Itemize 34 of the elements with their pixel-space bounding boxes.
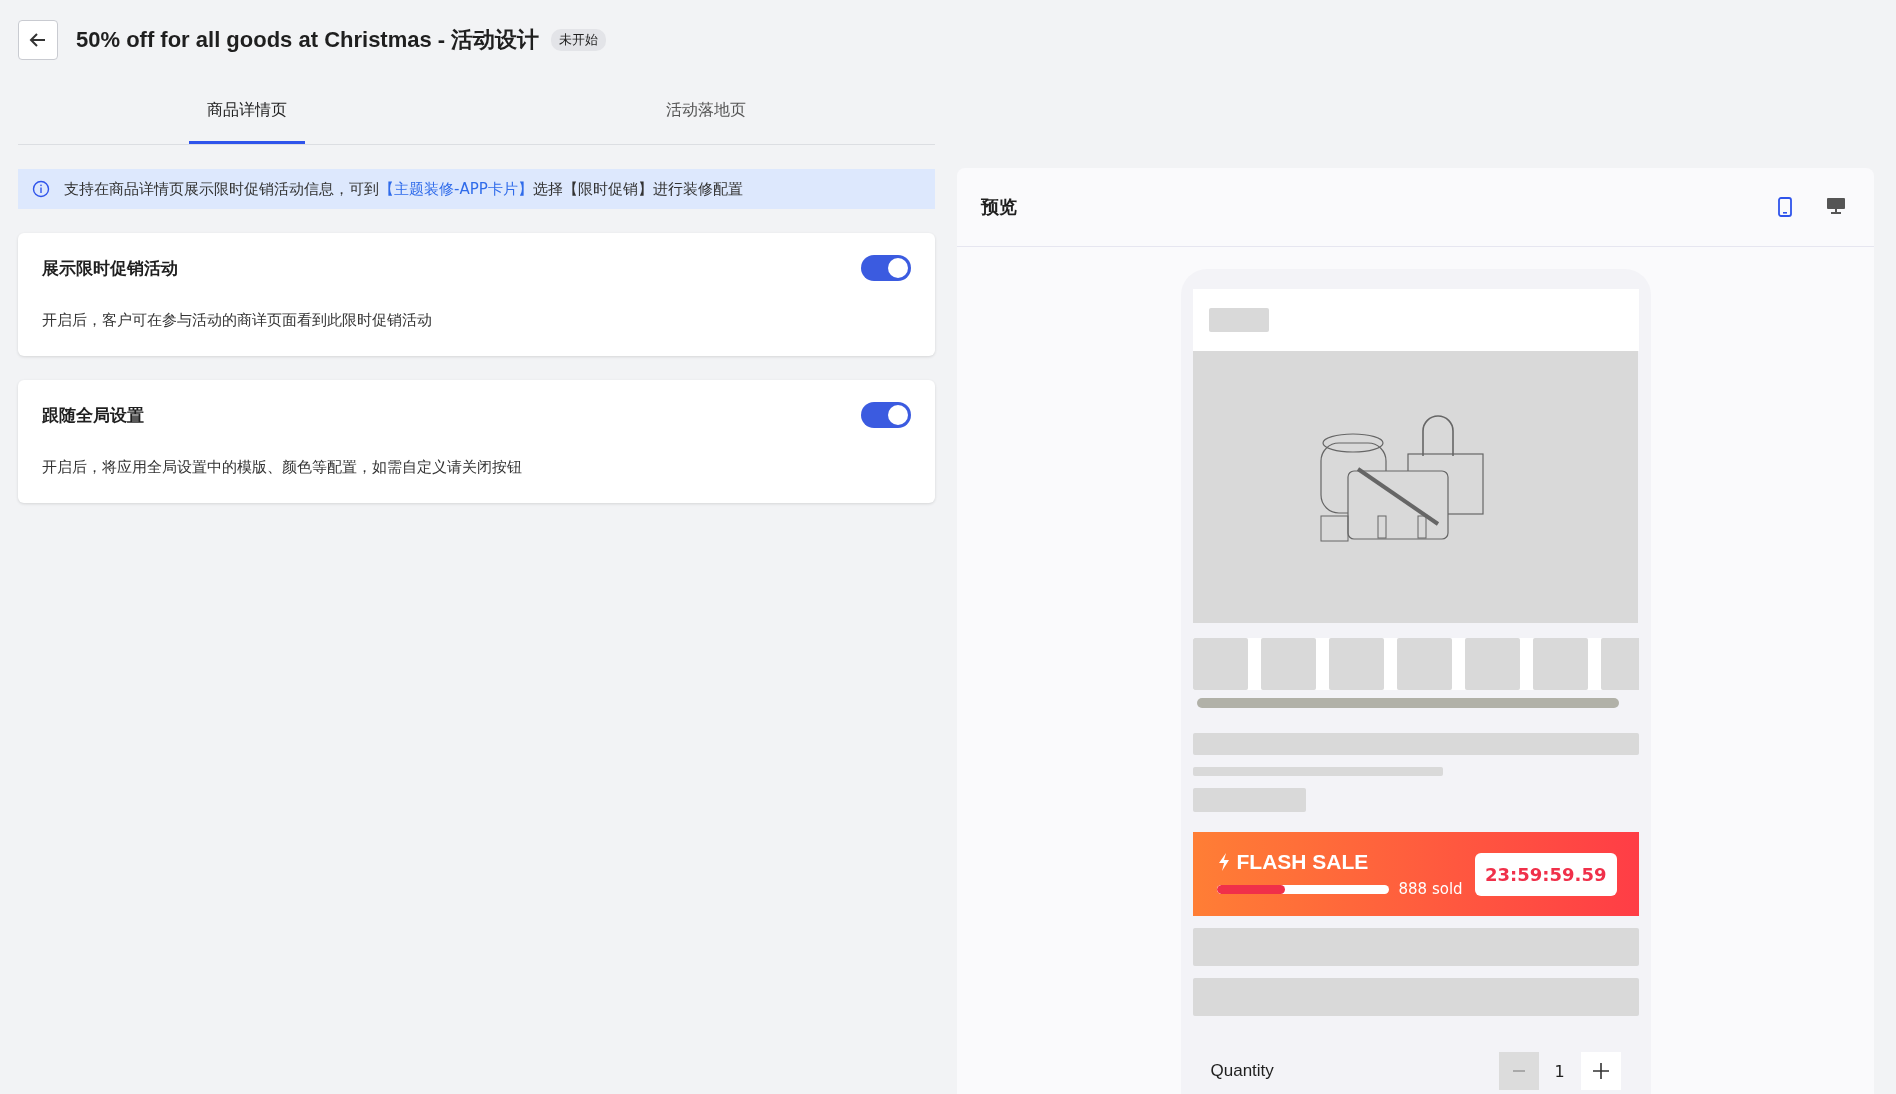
toggle-switch[interactable] bbox=[861, 402, 911, 428]
skeleton-thumbnail bbox=[1396, 638, 1452, 690]
info-icon bbox=[32, 180, 50, 198]
phone-icon bbox=[1778, 197, 1792, 217]
increase-button[interactable] bbox=[1580, 1052, 1621, 1090]
preview-title: 预览 bbox=[981, 195, 1017, 219]
skeleton-block bbox=[1208, 308, 1269, 332]
skeleton-thumbnail bbox=[1192, 638, 1248, 690]
skeleton-thumbnail bbox=[1464, 638, 1520, 690]
quantity-value[interactable]: 1 bbox=[1538, 1061, 1581, 1081]
skeleton-thumbnail bbox=[1532, 638, 1588, 690]
setting-description: 开启后，客户可在参与活动的商详页面看到此限时促销活动 bbox=[42, 311, 433, 330]
lightning-icon bbox=[1216, 852, 1231, 872]
back-button[interactable] bbox=[18, 20, 58, 60]
scrollbar[interactable] bbox=[1196, 698, 1619, 708]
skeleton-thumbnail bbox=[1260, 638, 1316, 690]
tab[interactable]: 活动落地页 bbox=[647, 80, 764, 144]
setting-title: 展示限时促销活动 bbox=[42, 256, 178, 280]
monitor-icon bbox=[1826, 197, 1846, 215]
toggle-switch[interactable] bbox=[861, 255, 911, 281]
flash-sale-label: FLASH SALE bbox=[1236, 850, 1369, 874]
info-text: 支持在商品详情页展示限时促销活动信息，可到【主题装修-APP卡片】选择【限时促销】进行装修配置 bbox=[64, 179, 743, 199]
quantity-label: Quantity bbox=[1210, 1061, 1274, 1081]
setting-description: 开启后，将应用全局设置中的模版、颜色等配置，如需自定义请关闭按钮 bbox=[42, 458, 523, 477]
page-title: 50% off for all goods at Christmas - 活动设计 bbox=[76, 26, 540, 54]
plus-icon bbox=[1591, 1062, 1610, 1080]
setting-title: 跟随全局设置 bbox=[42, 403, 144, 427]
sold-count: 888 sold bbox=[1398, 880, 1463, 898]
theme-link[interactable]: 【主题装修-APP卡片】 bbox=[379, 179, 533, 198]
tab[interactable]: 商品详情页 bbox=[189, 80, 306, 144]
status-tag: 未开始 bbox=[551, 29, 607, 51]
countdown-timer: 23:59:59.59 bbox=[1475, 852, 1617, 896]
skeleton-thumbnail bbox=[1328, 638, 1384, 690]
skeleton-thumbnail bbox=[1600, 638, 1639, 690]
